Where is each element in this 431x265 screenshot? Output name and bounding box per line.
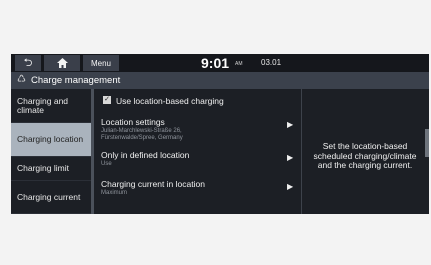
clock-ampm: AM bbox=[235, 61, 243, 67]
home-button[interactable] bbox=[44, 55, 80, 71]
back-button[interactable]: ⮌ bbox=[15, 55, 41, 71]
checkbox[interactable]: ✓ bbox=[103, 96, 111, 104]
status-bar: ⮌ Menu 9:01 AM 03.01 bbox=[11, 54, 429, 72]
row-subtitle: Maximum bbox=[101, 190, 128, 196]
location-settings-row[interactable]: Location settings Julian-Marchlewski-Str… bbox=[94, 117, 299, 145]
help-text: Set the location-based scheduled chargin… bbox=[307, 141, 423, 171]
checkbox-label: Use location-based charging bbox=[116, 96, 224, 106]
charge-management-icon: ♺ bbox=[17, 74, 26, 85]
chevron-right-icon: ▶ bbox=[287, 153, 294, 162]
settings-list: ✓ Use location-based charging Location s… bbox=[94, 89, 294, 214]
row-subtitle: Use bbox=[101, 161, 112, 167]
row-title: Charging current in location bbox=[101, 179, 205, 189]
side-handle[interactable] bbox=[425, 129, 429, 157]
row-title: Only in defined location bbox=[101, 150, 190, 160]
side-nav: Charging and climate Charging location C… bbox=[11, 89, 91, 214]
use-location-charging-option[interactable]: ✓ Use location-based charging bbox=[94, 94, 294, 108]
nav-item-label: Charging limit bbox=[17, 163, 69, 173]
menu-label: Menu bbox=[90, 58, 111, 68]
panel-divider bbox=[301, 89, 302, 214]
only-in-defined-location-row[interactable]: Only in defined location Use ▶ bbox=[94, 150, 299, 174]
help-text-line: and the charging current. bbox=[317, 160, 413, 170]
menu-button[interactable]: Menu bbox=[83, 55, 119, 71]
nav-item-charging-limit[interactable]: Charging limit bbox=[11, 157, 91, 181]
nav-item-charging-current[interactable]: Charging current bbox=[11, 181, 91, 214]
title-bar: ♺ Charge management bbox=[11, 72, 429, 89]
clock-time: 9:01 bbox=[201, 55, 230, 71]
nav-item-label: Charging current bbox=[17, 191, 81, 202]
page-title: Charge management bbox=[31, 75, 121, 86]
nav-item-label: Charging location bbox=[17, 134, 84, 144]
nav-item-charging-location[interactable]: Charging location bbox=[11, 123, 91, 157]
back-arrow-icon: ⮌ bbox=[23, 56, 33, 69]
chevron-right-icon: ▶ bbox=[287, 120, 294, 129]
nav-item-label: Charging and climate bbox=[17, 95, 69, 115]
date-display: 03.01 bbox=[261, 58, 282, 67]
row-title: Location settings bbox=[101, 117, 165, 127]
nav-item-charging-and-climate[interactable]: Charging and climate bbox=[11, 89, 91, 123]
home-icon bbox=[56, 58, 68, 68]
row-subtitle: Julian-Marchlewski-Straße 26, bbox=[101, 128, 182, 134]
chevron-right-icon: ▶ bbox=[287, 182, 294, 191]
charging-current-in-location-row[interactable]: Charging current in location Maximum ▶ bbox=[94, 179, 299, 203]
row-subtitle: Fürstenwalde/Spree, Germany bbox=[101, 135, 183, 141]
infotainment-screen: ⮌ Menu 9:01 AM 03.01 ♺ Charge management… bbox=[11, 54, 429, 214]
